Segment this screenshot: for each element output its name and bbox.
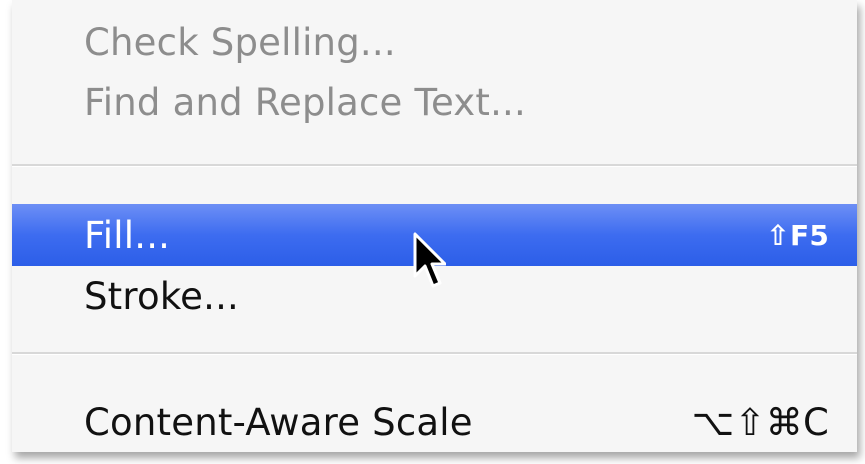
menu-item-label: Check Spelling...: [84, 20, 396, 64]
menu-item-shortcut: ⇧F5: [766, 218, 829, 252]
menu-separator: [12, 352, 857, 355]
menu-item-check-spelling[interactable]: Check Spelling...: [12, 14, 857, 70]
menu-separator: [12, 164, 857, 167]
menu-item-content-aware-scale[interactable]: Content-Aware Scale ⌥⇧⌘C: [12, 394, 857, 450]
arrow-pointer-icon: [413, 232, 446, 288]
edit-context-menu: Check Spelling... Find and Replace Text.…: [12, 0, 857, 452]
menu-item-find-and-replace[interactable]: Find and Replace Text...: [12, 74, 857, 130]
screenshot-stage: Check Spelling... Find and Replace Text.…: [0, 0, 865, 464]
menu-item-label: Find and Replace Text...: [84, 80, 526, 124]
menu-item-label: Stroke...: [84, 274, 239, 318]
menu-item-shortcut: ⌥⇧⌘C: [691, 400, 829, 444]
menu-item-label: Content-Aware Scale: [84, 400, 473, 444]
